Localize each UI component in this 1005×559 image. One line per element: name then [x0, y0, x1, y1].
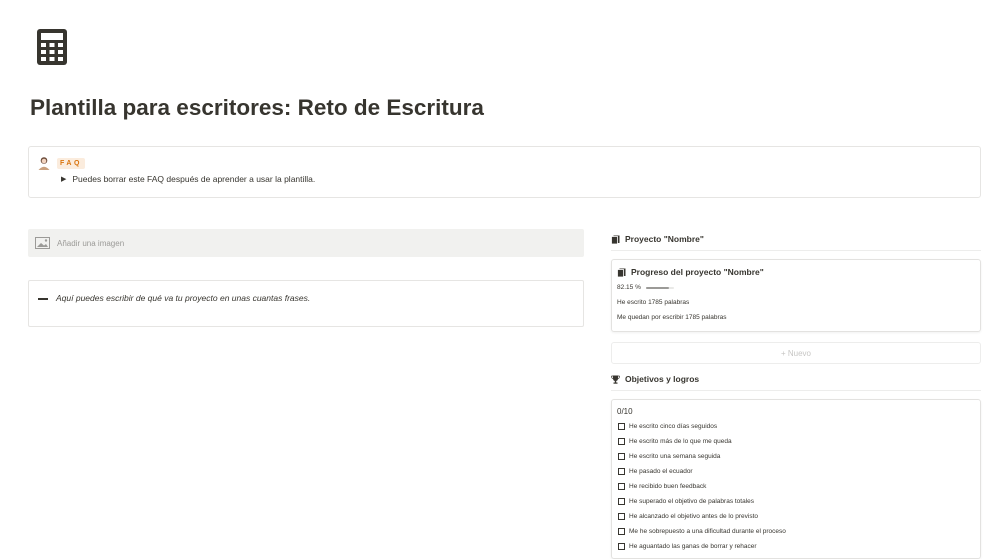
- goal-item[interactable]: He recibido buen feedback: [618, 483, 706, 490]
- goal-label: He superado el objetivo de palabras tota…: [629, 498, 755, 505]
- goals-header[interactable]: Objetivos y logros: [611, 374, 981, 391]
- checkbox[interactable]: [618, 528, 625, 535]
- document-icon: [617, 268, 626, 277]
- calculator-icon: [37, 29, 67, 65]
- goals-count: 0/10: [617, 407, 633, 416]
- document-icon: [611, 235, 620, 244]
- goal-label: He escrito más de lo que me queda: [629, 438, 732, 445]
- progress-card-title: Progreso del proyecto "Nombre": [617, 267, 764, 277]
- progress-bar-fill: [645, 286, 669, 289]
- project-header-label: Proyecto "Nombre": [625, 234, 704, 244]
- faq-toggle[interactable]: ▶ Puedes borrar este FAQ después de apre…: [61, 174, 315, 184]
- faq-tag: FAQ: [57, 158, 85, 169]
- goal-label: He escrito una semana seguida: [629, 453, 721, 460]
- goal-item[interactable]: He alcanzado el objetivo antes de lo pre…: [618, 513, 758, 520]
- goal-item[interactable]: He superado el objetivo de palabras tota…: [618, 498, 754, 505]
- goal-item[interactable]: He escrito cinco días seguidos: [618, 423, 717, 430]
- progress-card-title-text: Progreso del proyecto "Nombre": [631, 267, 764, 277]
- description-callout[interactable]: Aquí puedes escribir de qué va tu proyec…: [28, 280, 584, 327]
- goal-label: He alcanzado el objetivo antes de lo pre…: [629, 513, 758, 520]
- checkbox[interactable]: [618, 453, 625, 460]
- checkbox[interactable]: [618, 513, 625, 520]
- goal-item[interactable]: He escrito más de lo que me queda: [618, 438, 732, 445]
- words-written: He escrito 1785 palabras: [617, 299, 690, 306]
- checkbox[interactable]: [618, 543, 625, 550]
- description-text[interactable]: Aquí puedes escribir de qué va tu proyec…: [56, 293, 310, 303]
- avatar-icon: [38, 157, 50, 170]
- goal-item[interactable]: He escrito una semana seguida: [618, 453, 720, 460]
- toggle-triangle-icon[interactable]: ▶: [61, 175, 66, 183]
- progress-row: 82.15 %: [617, 284, 674, 291]
- progress-bar: [645, 286, 674, 289]
- goals-header-label: Objetivos y logros: [625, 374, 700, 384]
- project-header[interactable]: Proyecto "Nombre": [611, 234, 981, 251]
- image-icon: [35, 237, 50, 249]
- project-progress-card[interactable]: Progreso del proyecto "Nombre" 82.15 % H…: [611, 259, 981, 332]
- goal-label: He aguantado las ganas de borrar y rehac…: [629, 543, 757, 550]
- checkbox[interactable]: [618, 483, 625, 490]
- add-image-label: Añadir una imagen: [57, 238, 125, 248]
- dash-icon: [38, 298, 48, 300]
- faq-callout: FAQ ▶ Puedes borrar este FAQ después de …: [28, 146, 981, 198]
- goal-label: He escrito cinco días seguidos: [629, 423, 718, 430]
- goal-label: He pasado el ecuador: [629, 468, 693, 475]
- new-button[interactable]: + Nuevo: [611, 342, 981, 364]
- goal-item[interactable]: He aguantado las ganas de borrar y rehac…: [618, 543, 757, 550]
- checkbox[interactable]: [618, 468, 625, 475]
- faq-toggle-text: Puedes borrar este FAQ después de aprend…: [72, 174, 316, 184]
- add-image-button[interactable]: Añadir una imagen: [28, 229, 584, 257]
- progress-percent: 82.15 %: [617, 284, 641, 291]
- checkbox[interactable]: [618, 423, 625, 430]
- goal-item[interactable]: He pasado el ecuador: [618, 468, 693, 475]
- page-title[interactable]: Plantilla para escritores: Reto de Escri…: [30, 95, 484, 121]
- words-remaining: Me quedan por escribir 1785 palabras: [617, 314, 727, 321]
- goals-card: 0/10 He escrito cinco días seguidos He e…: [611, 399, 981, 559]
- trophy-icon: [611, 375, 620, 384]
- goal-label: Me he sobrepuesto a una dificultad duran…: [629, 528, 786, 535]
- checkbox[interactable]: [618, 438, 625, 445]
- goal-label: He recibido buen feedback: [629, 483, 707, 490]
- checkbox[interactable]: [618, 498, 625, 505]
- goal-item[interactable]: Me he sobrepuesto a una dificultad duran…: [618, 528, 786, 535]
